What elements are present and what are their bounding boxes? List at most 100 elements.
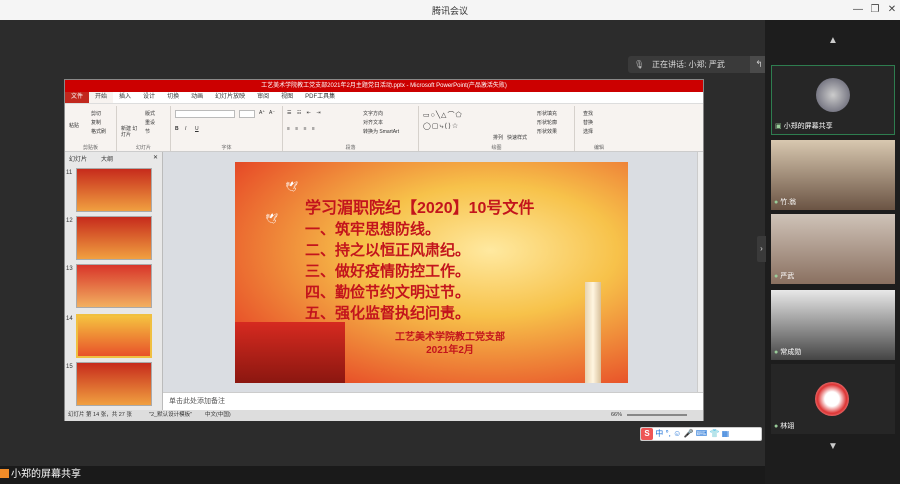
- shrink-font-icon[interactable]: A⁻: [269, 110, 275, 116]
- close-icon[interactable]: ✕: [884, 2, 900, 18]
- language: 中文(中国): [205, 412, 231, 418]
- bold-icon[interactable]: B: [175, 126, 179, 132]
- group-label: 剪贴板: [82, 145, 98, 151]
- close-pane-icon[interactable]: ✕: [153, 154, 158, 161]
- shapes-gallery-icon[interactable]: ▭○╲△⌒⬠: [423, 110, 463, 120]
- text-direction-button[interactable]: 文字方向: [363, 110, 383, 117]
- app-titlebar: 腾讯会议 — ❐ ✕: [0, 0, 900, 20]
- slide-thumbnail-selected[interactable]: [76, 314, 152, 358]
- ime-tool-icons[interactable]: °, ☺ 🎤 ⌨ 👕 ▦: [665, 429, 729, 438]
- font-family-select[interactable]: [175, 110, 235, 118]
- group-font: B I U A⁺ A⁻ 字体: [171, 106, 283, 151]
- font-size-select[interactable]: [239, 110, 255, 118]
- share-icon: [0, 469, 9, 478]
- select-button[interactable]: 选择: [583, 128, 593, 135]
- scroll-down-icon[interactable]: ▼: [826, 442, 840, 452]
- layout-button[interactable]: 版式: [145, 110, 155, 117]
- pane-tabs: 幻灯片 大纲 ✕: [65, 154, 163, 164]
- slide-count: 幻灯片 第 14 张，共 27 张: [68, 412, 132, 418]
- align-icons[interactable]: ≡ ≡ ≡ ≡: [287, 126, 317, 132]
- slide-thumbnail[interactable]: [76, 216, 152, 260]
- reset-button[interactable]: 重设: [145, 119, 155, 126]
- zoom-slider[interactable]: [627, 414, 687, 416]
- microphone-icon: 🎙: [634, 60, 645, 69]
- slide-thumbnails-pane: 幻灯片 大纲 ✕ 11 12 13 14 15: [65, 152, 163, 410]
- align-text-button[interactable]: 对齐文本: [363, 119, 383, 126]
- tab-animations[interactable]: 动画: [185, 92, 209, 103]
- group-clipboard: 粘贴 剪切 复制 格式刷 剪贴板: [65, 106, 117, 151]
- tab-transitions[interactable]: 切换: [161, 92, 185, 103]
- slide-date: 2021年2月: [426, 345, 474, 356]
- slide-bullet: 四、勤俭节约文明过节。: [305, 284, 471, 301]
- tab-design[interactable]: 设计: [137, 92, 161, 103]
- ime-toolbar[interactable]: S 中 °, ☺ 🎤 ⌨ 👕 ▦: [640, 427, 762, 441]
- shapes-gallery-icon[interactable]: ◯▢⤷⟨⟩☆: [423, 122, 459, 131]
- participant-tile-active[interactable]: ▣ 小郑的屏幕共享: [771, 65, 895, 135]
- arrange-button[interactable]: 排列: [493, 134, 503, 141]
- grow-font-icon[interactable]: A⁺: [259, 110, 265, 116]
- dove-image: 🕊: [285, 182, 298, 193]
- tab-home[interactable]: 开始: [89, 92, 114, 103]
- slide-bullet: 三、做好疫情防控工作。: [305, 263, 471, 280]
- thumb-number: 12: [66, 218, 73, 224]
- underline-icon[interactable]: U: [195, 126, 199, 132]
- notes-field[interactable]: 单击此处添加备注: [163, 392, 703, 410]
- participant-tile[interactable]: ● 严武: [771, 214, 895, 284]
- smartart-button[interactable]: 转换为 SmartArt: [363, 128, 399, 135]
- thumb-number: 13: [66, 266, 73, 272]
- current-slide[interactable]: 🕊 🕊 学习湄职院纪【2020】10号文件 一、筑牢思想防线。 二、持之以恒正风…: [235, 162, 628, 383]
- scroll-up-icon[interactable]: ▲: [826, 36, 840, 46]
- replace-button[interactable]: 替换: [583, 119, 593, 126]
- find-button[interactable]: 查找: [583, 110, 593, 117]
- slide-thumbnail[interactable]: [76, 362, 152, 406]
- tab-review[interactable]: 审阅: [251, 92, 275, 103]
- tab-view[interactable]: 视图: [275, 92, 299, 103]
- cut-button[interactable]: 剪切: [91, 110, 101, 117]
- avatar: [816, 78, 850, 112]
- app-title: 腾讯会议: [431, 6, 468, 16]
- slide-thumbnail[interactable]: [76, 168, 152, 212]
- tiananmen-image: [235, 322, 345, 383]
- powerpoint-window: 工艺美术学院教工党支部2021年2月主题党日活动.pptx - Microsof…: [64, 79, 704, 421]
- participant-tile[interactable]: ● 竹.翁: [771, 140, 895, 210]
- ppt-statusbar: 幻灯片 第 14 张，共 27 张 "2_默认设计模板" 中文(中国) 66%: [65, 410, 703, 421]
- minimize-icon[interactable]: —: [850, 2, 866, 18]
- participant-tile[interactable]: ● 林翊: [771, 364, 895, 434]
- group-slides: 新建 幻灯片 版式 重设 节 幻灯片: [117, 106, 171, 151]
- slide-thumbnail[interactable]: [76, 264, 152, 308]
- tab-file[interactable]: 文件: [65, 92, 90, 103]
- shape-outline-button[interactable]: 形状轮廓: [537, 119, 557, 126]
- group-drawing: ▭○╲△⌒⬠ ◯▢⤷⟨⟩☆ 排列 快速样式 形状填充 形状轮廓 形状效果 绘图: [419, 106, 575, 151]
- quick-styles-button[interactable]: 快速样式: [507, 134, 527, 141]
- tab-pdf[interactable]: PDF工具集: [299, 92, 341, 103]
- tab-outline[interactable]: 大纲: [101, 154, 113, 163]
- paste-button[interactable]: 粘贴: [69, 122, 79, 129]
- participant-name: ● 林翊: [774, 423, 795, 430]
- new-slide-button[interactable]: 新建 幻灯片: [121, 126, 139, 138]
- speaking-indicator: 🎙 正在讲话: 小郑; 严武 ↰: [628, 56, 768, 73]
- shape-fill-button[interactable]: 形状填充: [537, 110, 557, 117]
- tab-slideshow[interactable]: 幻灯片放映: [209, 92, 251, 103]
- thumb-number: 15: [66, 364, 73, 370]
- slide-bullet: 一、筑牢思想防线。: [305, 221, 441, 238]
- bullets-icon[interactable]: ☰ ☷ ⇤ ⇥: [287, 110, 323, 116]
- section-button[interactable]: 节: [145, 128, 150, 135]
- tab-insert[interactable]: 插入: [113, 92, 137, 103]
- thumb-number: 11: [66, 170, 73, 176]
- restore-icon[interactable]: ❐: [867, 2, 883, 18]
- collapse-panel-icon[interactable]: ›: [757, 236, 766, 262]
- participant-tile[interactable]: ● 常成勋: [771, 290, 895, 360]
- italic-icon[interactable]: I: [185, 126, 186, 132]
- copy-button[interactable]: 复制: [91, 119, 101, 126]
- thumb-number: 14: [66, 316, 73, 322]
- mic-icon: ●: [774, 273, 779, 280]
- vertical-scrollbar[interactable]: [697, 152, 703, 392]
- format-painter-button[interactable]: 格式刷: [91, 128, 106, 135]
- group-editing: 查找 替换 选择 编辑: [575, 106, 623, 151]
- group-label: 编辑: [593, 145, 604, 151]
- shape-effects-button[interactable]: 形状效果: [537, 128, 557, 135]
- tab-slides[interactable]: 幻灯片: [69, 154, 87, 163]
- meeting-bottom-bar: [0, 466, 765, 484]
- ime-mode[interactable]: 中: [655, 429, 663, 438]
- participant-name: ▣ 小郑的屏幕共享: [775, 123, 833, 130]
